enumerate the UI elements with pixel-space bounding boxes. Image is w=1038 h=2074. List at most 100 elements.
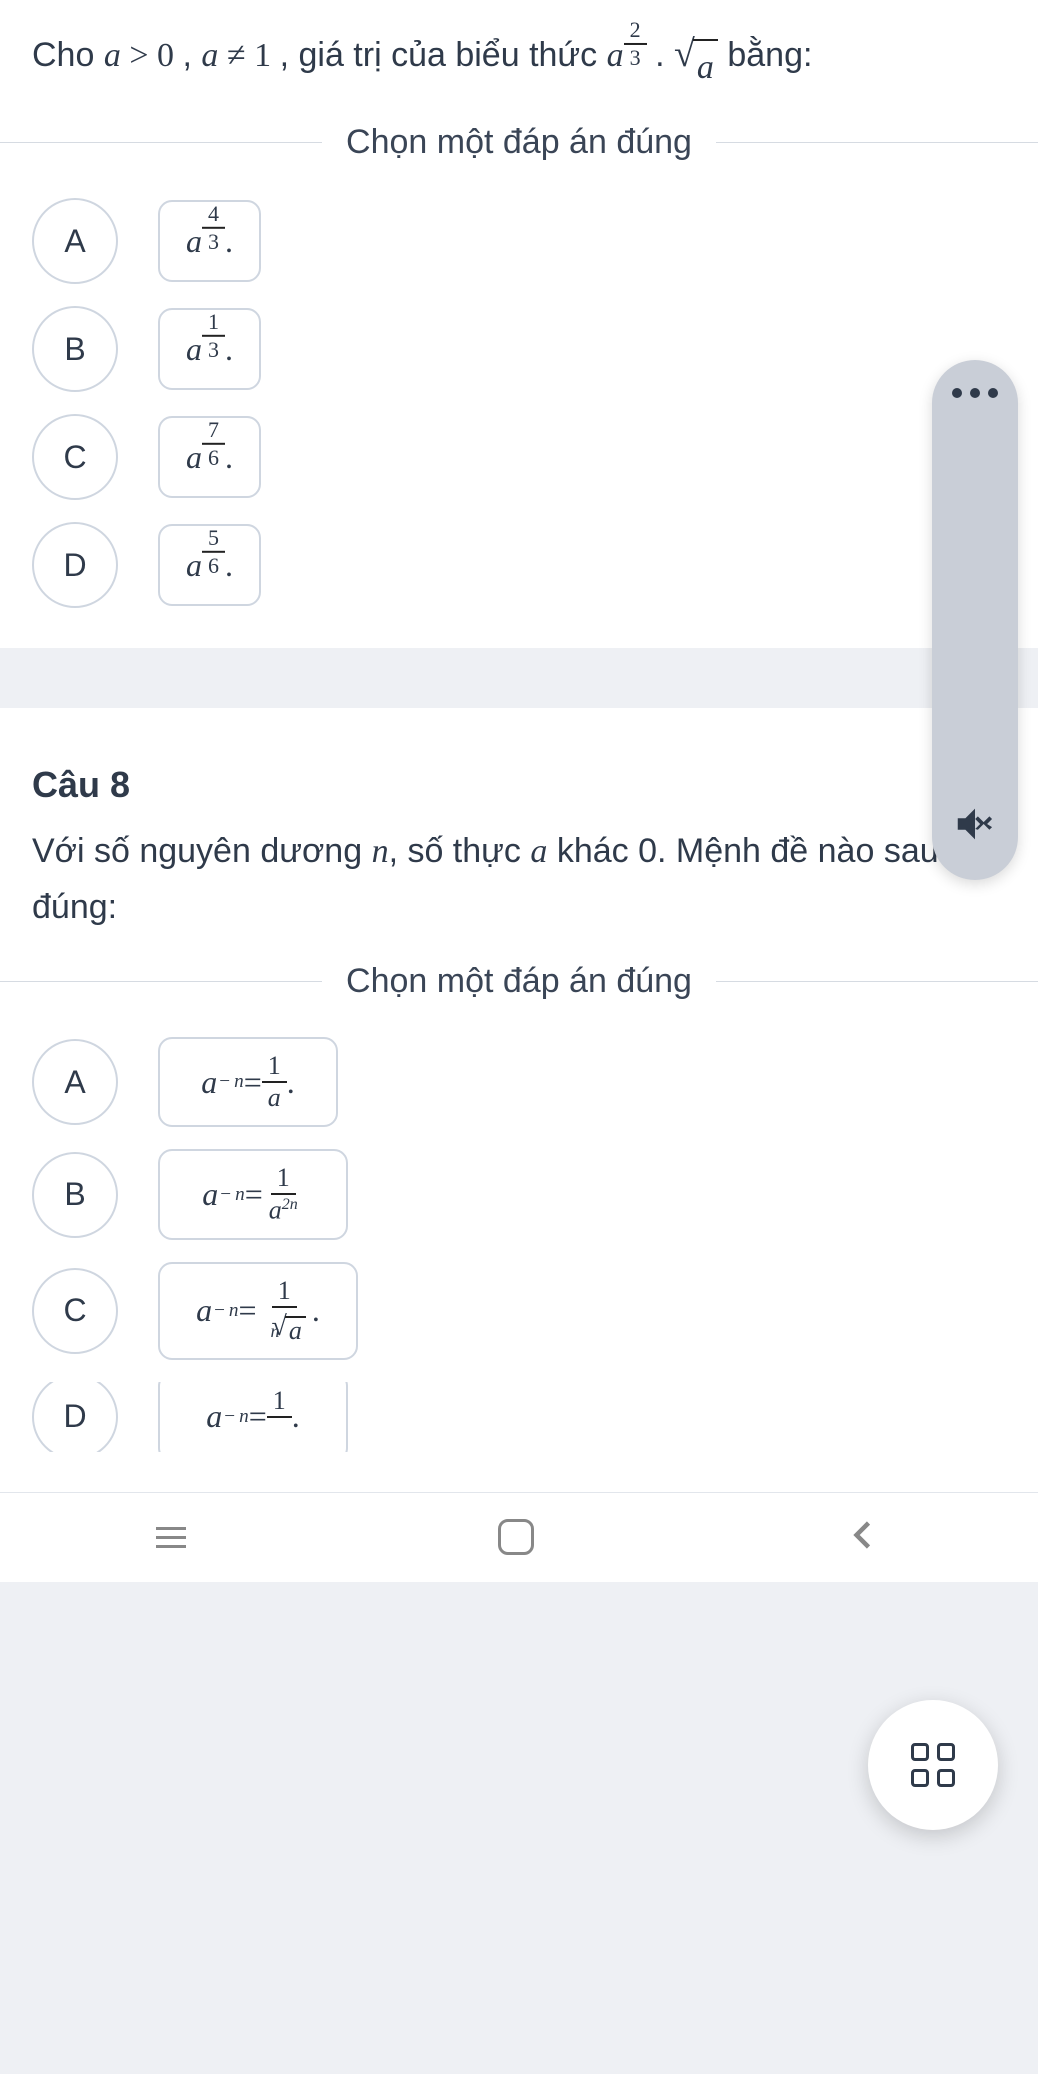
num: 4 (202, 203, 225, 229)
option-answer-a[interactable]: a43 . (158, 200, 261, 282)
trail: . (225, 223, 233, 260)
math-expr: a23 (607, 37, 656, 74)
surd-icon: √ (674, 39, 695, 69)
neg: − (219, 1071, 230, 1092)
var: a (201, 1064, 217, 1101)
var: n (235, 1184, 245, 1205)
option-answer-b[interactable]: a−n = 1 a2n (158, 1149, 348, 1240)
var: n (234, 1071, 244, 1092)
instruction-text: Chọn một đáp án đúng (346, 123, 692, 162)
option-label-b[interactable]: B (32, 1152, 118, 1238)
den: a (262, 1083, 287, 1111)
num: 7 (202, 419, 225, 445)
den-base: a (269, 1196, 282, 1225)
eq: = (249, 1398, 267, 1435)
option-label-a[interactable]: A (32, 198, 118, 284)
option-label-d[interactable]: D (32, 1382, 118, 1452)
op: ≠ (227, 37, 246, 74)
den: 6 (202, 553, 225, 577)
trail: . (287, 1064, 295, 1101)
den (270, 1418, 289, 1446)
num: 1 (262, 1053, 287, 1083)
back-button[interactable] (846, 1517, 882, 1558)
text: , giá trị của biểu thức (280, 36, 607, 74)
eq: = (244, 1064, 262, 1101)
eq: = (239, 1292, 257, 1329)
system-nav-bar (0, 1492, 1038, 1582)
var: a (186, 331, 202, 368)
mute-icon[interactable] (952, 801, 998, 852)
option-c[interactable]: C a−n = 1 n √a . (32, 1262, 1006, 1360)
option-answer-c[interactable]: a76 . (158, 416, 261, 498)
exp: −n (212, 1300, 238, 1322)
dot: . (655, 36, 674, 74)
option-d[interactable]: D a−n = 1 . (32, 1382, 1006, 1452)
num: 1 (254, 37, 271, 74)
option-c[interactable]: C a76 . (32, 414, 1006, 500)
recents-button[interactable] (156, 1527, 186, 1548)
num: 0 (157, 37, 174, 74)
option-answer-c[interactable]: a−n = 1 n √a . (158, 1262, 358, 1360)
instruction-row: Chọn một đáp án đúng (0, 962, 1038, 1037)
math-cond2: a ≠ 1 (201, 37, 279, 74)
var: a (104, 37, 121, 74)
var-a: a (530, 833, 547, 870)
question-7-card: Cho a > 0 , a ≠ 1 , giá trị của biểu thứ… (0, 0, 1038, 648)
sqrt: √a (674, 39, 718, 95)
instruction-row: Chọn một đáp án đúng (0, 123, 1038, 198)
var: a (201, 37, 218, 74)
var: a (186, 547, 202, 584)
option-a[interactable]: A a43 . (32, 198, 1006, 284)
side-toolbar[interactable] (932, 360, 1018, 880)
more-icon[interactable] (952, 388, 998, 398)
option-answer-b[interactable]: a13 . (158, 308, 261, 390)
var-n: n (372, 833, 389, 870)
den: n √a (257, 1308, 312, 1344)
question-8-title: Câu 8 (0, 736, 1038, 824)
option-label-b[interactable]: B (32, 306, 118, 392)
option-d[interactable]: D a56 . (32, 522, 1006, 608)
option-a[interactable]: A a−n = 1 a . (32, 1037, 1006, 1127)
trail: . (225, 331, 233, 368)
var: a (186, 439, 202, 476)
option-label-c[interactable]: C (32, 414, 118, 500)
divider (716, 142, 1038, 143)
option-label-c[interactable]: C (32, 1268, 118, 1354)
home-button[interactable] (498, 1519, 534, 1555)
den: 3 (624, 45, 647, 69)
var: a (206, 1398, 222, 1435)
var: a (607, 37, 624, 74)
var: n (229, 1300, 239, 1321)
q8-options: A a−n = 1 a . B a−n = 1 a2n (0, 1037, 1038, 1492)
text: Cho (32, 36, 104, 74)
sep: , (183, 36, 202, 74)
num: 1 (271, 1165, 296, 1195)
option-b[interactable]: B a−n = 1 a2n (32, 1149, 1006, 1240)
option-answer-a[interactable]: a−n = 1 a . (158, 1037, 338, 1127)
exp-frac: 23 (624, 19, 647, 69)
num: 1 (267, 1388, 292, 1418)
var: a (196, 1292, 212, 1329)
neg: − (214, 1300, 225, 1321)
rhs-frac: 1 n √a (257, 1278, 312, 1344)
card-gap (0, 648, 1038, 708)
eq: = (245, 1176, 263, 1213)
instruction-text: Chọn một đáp án đúng (346, 962, 692, 1001)
trail: . (292, 1398, 300, 1435)
exp: −n (218, 1184, 244, 1206)
num: 5 (202, 527, 225, 553)
option-b[interactable]: B a13 . (32, 306, 1006, 392)
option-label-a[interactable]: A (32, 1039, 118, 1125)
neg: − (220, 1184, 231, 1205)
exp-frac: 43 (202, 203, 225, 253)
num: 1 (272, 1278, 297, 1308)
grid-menu-button[interactable] (868, 1700, 998, 1830)
option-answer-d[interactable]: a−n = 1 . (158, 1382, 348, 1452)
option-answer-d[interactable]: a56 . (158, 524, 261, 606)
radicand: a (693, 39, 718, 95)
exp-frac: 76 (202, 419, 225, 469)
divider (716, 981, 1038, 982)
den: 3 (202, 229, 225, 253)
divider (0, 142, 322, 143)
option-label-d[interactable]: D (32, 522, 118, 608)
